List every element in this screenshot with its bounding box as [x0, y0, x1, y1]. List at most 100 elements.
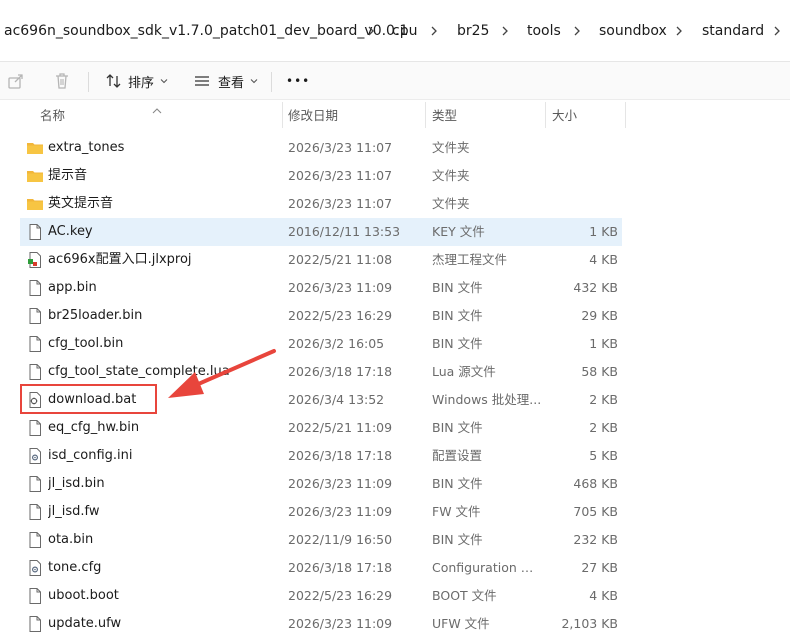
file-row[interactable]: extra_tones 2026/3/23 11:07 文件夹: [20, 134, 622, 162]
file-size: 1 KB: [589, 336, 618, 351]
file-size: 4 KB: [589, 252, 618, 267]
file-icon: [26, 587, 44, 605]
chevron-right-icon: [674, 22, 684, 40]
file-modified-date: 2026/3/23 11:07: [288, 196, 393, 211]
file-modified-date: 2022/11/9 16:50: [288, 532, 393, 547]
file-size: 232 KB: [573, 532, 618, 547]
column-header-date[interactable]: 修改日期: [288, 100, 338, 132]
chevron-down-icon: [160, 74, 168, 89]
breadcrumb: ac696n_soundbox_sdk_v1.7.0_patch01_dev_b…: [0, 0, 790, 62]
file-type: BIN 文件: [432, 532, 483, 547]
column-header-row: 名称 修改日期 类型 大小: [0, 100, 790, 132]
file-modified-date: 2026/3/2 16:05: [288, 336, 385, 351]
file-name: jl_isd.bin: [48, 476, 105, 491]
file-modified-date: 2026/3/4 13:52: [288, 392, 385, 407]
folder-icon: [26, 139, 44, 157]
file-type: BIN 文件: [432, 420, 483, 435]
file-size: 705 KB: [573, 504, 618, 519]
file-type: KEY 文件: [432, 224, 485, 239]
file-modified-date: 2022/5/23 16:29: [288, 588, 393, 603]
file-modified-date: 2026/3/23 11:09: [288, 504, 393, 519]
column-divider[interactable]: [282, 102, 283, 128]
file-row[interactable]: tone.cfg 2026/3/18 17:18 Configuration 源..…: [20, 554, 622, 582]
file-modified-date: 2026/3/18 17:18: [288, 364, 393, 379]
file-type: BIN 文件: [432, 476, 483, 491]
file-row[interactable]: jl_isd.bin 2026/3/23 11:09 BIN 文件 468 KB: [20, 470, 622, 498]
file-icon: [26, 419, 44, 437]
file-size: [540, 134, 618, 162]
file-size: 4 KB: [589, 588, 618, 603]
file-row[interactable]: eq_cfg_hw.bin 2022/5/21 11:09 BIN 文件 2 KB: [20, 414, 622, 442]
column-header-name[interactable]: 名称: [40, 100, 65, 132]
file-row[interactable]: jl_isd.fw 2026/3/23 11:09 FW 文件 705 KB: [20, 498, 622, 526]
file-icon: [26, 335, 44, 353]
file-name: eq_cfg_hw.bin: [48, 420, 140, 435]
column-divider[interactable]: [545, 102, 546, 128]
file-name: ac696x配置入口.jlxproj: [48, 252, 192, 267]
file-row[interactable]: ota.bin 2022/11/9 16:50 BIN 文件 232 KB: [20, 526, 622, 554]
file-row[interactable]: br25loader.bin 2022/5/23 16:29 BIN 文件 29 KB: [20, 302, 622, 330]
chevron-right-icon: [772, 22, 782, 40]
file-row[interactable]: cfg_tool_state_complete.lua 2026/3/18 17:…: [20, 358, 622, 386]
file-name: jl_isd.fw: [48, 504, 100, 519]
column-header-size[interactable]: 大小: [552, 100, 577, 132]
file-type: BIN 文件: [432, 336, 483, 351]
file-row[interactable]: 提示音 2026/3/23 11:07 文件夹: [20, 162, 622, 190]
breadcrumb-item-soundbox[interactable]: soundbox: [599, 22, 667, 40]
more-options-button[interactable]: •••: [286, 68, 310, 94]
folder-icon: [26, 195, 44, 213]
breadcrumb-item-standard[interactable]: standard: [702, 22, 764, 40]
file-type: 杰理工程文件: [432, 252, 508, 267]
project-file-icon: [26, 251, 44, 269]
folder-icon: [26, 167, 44, 185]
file-row[interactable]: app.bin 2026/3/23 11:09 BIN 文件 432 KB: [20, 274, 622, 302]
file-modified-date: 2026/3/23 11:09: [288, 476, 393, 491]
file-size: 27 KB: [581, 560, 618, 575]
delete-icon[interactable]: [52, 71, 72, 91]
file-row[interactable]: ac696x配置入口.jlxproj 2022/5/21 11:08 杰理工程文件 4…: [20, 246, 622, 274]
file-row[interactable]: AC.key 2016/12/11 13:53 KEY 文件 1 KB: [20, 218, 622, 246]
file-icon: [26, 475, 44, 493]
file-name: ota.bin: [48, 532, 94, 547]
sort-button[interactable]: 排序: [104, 68, 168, 94]
file-modified-date: 2026/3/23 11:07: [288, 140, 393, 155]
file-name: uboot.boot: [48, 588, 119, 603]
file-modified-date: 2026/3/18 17:18: [288, 560, 393, 575]
file-name: 英文提示音: [48, 196, 114, 211]
file-name: 提示音: [48, 168, 88, 183]
file-name: app.bin: [48, 280, 97, 295]
share-icon[interactable]: [6, 71, 26, 91]
breadcrumb-item-br25[interactable]: br25: [457, 22, 489, 40]
file-modified-date: 2026/3/23 11:07: [288, 168, 393, 183]
file-row[interactable]: uboot.boot 2022/5/23 16:29 BOOT 文件 4 KB: [20, 582, 622, 610]
file-modified-date: 2026/3/23 11:09: [288, 616, 393, 631]
breadcrumb-item-cpu[interactable]: cpu: [392, 22, 417, 40]
file-type: 文件夹: [432, 168, 470, 183]
file-row[interactable]: isd_config.ini 2026/3/18 17:18 配置设置 5 KB: [20, 442, 622, 470]
column-divider[interactable]: [425, 102, 426, 128]
chevron-right-icon: [572, 22, 582, 40]
breadcrumb-item-tools[interactable]: tools: [527, 22, 561, 40]
file-size: 468 KB: [573, 476, 618, 491]
column-header-type[interactable]: 类型: [432, 100, 457, 132]
file-size: 5 KB: [589, 448, 618, 463]
file-name: extra_tones: [48, 140, 125, 155]
config-file-icon: [26, 559, 44, 577]
view-label: 查看: [218, 75, 245, 91]
config-file-icon: [26, 447, 44, 465]
file-row[interactable]: update.ufw 2026/3/23 11:09 UFW 文件 2,103 KB: [20, 610, 622, 636]
column-divider[interactable]: [625, 102, 626, 128]
file-size: 58 KB: [581, 364, 618, 379]
breadcrumb-item-sdk[interactable]: ac696n_soundbox_sdk_v1.7.0_patch01_dev_b…: [4, 22, 408, 40]
file-icon: [26, 363, 44, 381]
view-button[interactable]: 查看: [192, 68, 258, 94]
file-row[interactable]: cfg_tool.bin 2026/3/2 16:05 BIN 文件 1 KB: [20, 330, 622, 358]
sort-label: 排序: [128, 75, 155, 91]
file-name: cfg_tool_state_complete.lua: [48, 364, 230, 379]
file-name: AC.key: [48, 224, 93, 239]
chevron-right-icon: [429, 22, 439, 40]
file-modified-date: 2022/5/23 16:29: [288, 308, 393, 323]
file-modified-date: 2016/12/11 13:53: [288, 224, 401, 239]
file-size: 2 KB: [589, 392, 618, 407]
file-row[interactable]: 英文提示音 2026/3/23 11:07 文件夹: [20, 190, 622, 218]
